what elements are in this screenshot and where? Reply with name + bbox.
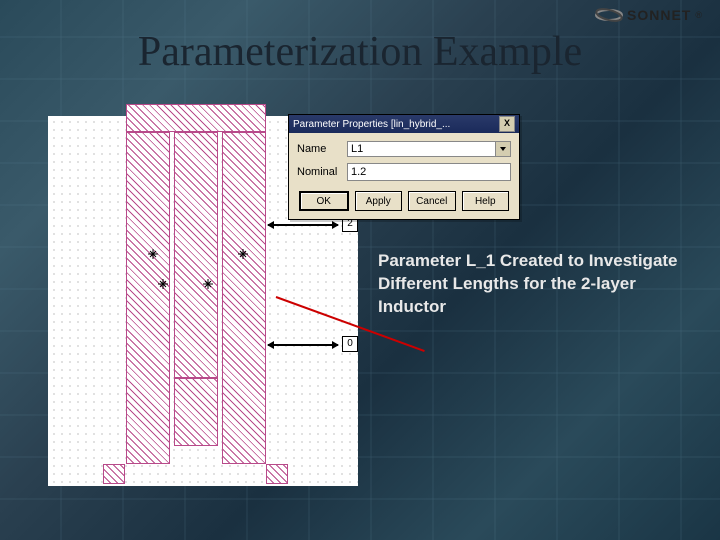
nominal-label: Nominal — [297, 166, 347, 178]
close-button[interactable]: X — [499, 116, 515, 132]
metal-mid-trace — [174, 132, 218, 378]
page-title: Parameterization Example — [0, 28, 720, 76]
logo: SONNET ® — [595, 6, 702, 24]
metal-stub-left — [103, 464, 125, 484]
metal-stub-right — [266, 464, 288, 484]
cancel-button[interactable]: Cancel — [408, 191, 456, 211]
name-combo[interactable] — [347, 141, 511, 157]
name-label: Name — [297, 143, 347, 155]
anchor-icon — [203, 276, 213, 286]
anchor-icon — [238, 246, 248, 256]
help-button[interactable]: Help — [462, 191, 510, 211]
dialog-title-text: Parameter Properties [lin_hybrid_... — [293, 119, 450, 130]
ok-button[interactable]: OK — [299, 191, 349, 211]
logo-text: SONNET — [627, 7, 691, 23]
metal-top-join — [126, 104, 266, 132]
registered-icon: ® — [695, 10, 702, 20]
apply-button[interactable]: Apply — [355, 191, 403, 211]
dialog-titlebar[interactable]: Parameter Properties [lin_hybrid_... X — [289, 115, 519, 133]
metal-left-trace — [126, 132, 170, 464]
name-input[interactable] — [347, 141, 511, 157]
logo-swoosh-icon — [595, 6, 623, 24]
dimension-arrow-top-rev — [268, 224, 338, 226]
metal-mid-lower — [174, 378, 218, 446]
nominal-input[interactable] — [347, 163, 511, 181]
anchor-icon — [158, 276, 168, 286]
dimension-arrow-bottom-rev — [268, 344, 338, 346]
port-marker-0: 0 — [342, 336, 358, 352]
chevron-down-icon[interactable] — [495, 142, 510, 156]
caption-text: Parameter L_1 Created to Investigate Dif… — [378, 250, 678, 319]
anchor-icon — [148, 246, 158, 256]
metal-right-trace — [222, 132, 266, 464]
parameter-properties-dialog: Parameter Properties [lin_hybrid_... X N… — [288, 114, 520, 220]
